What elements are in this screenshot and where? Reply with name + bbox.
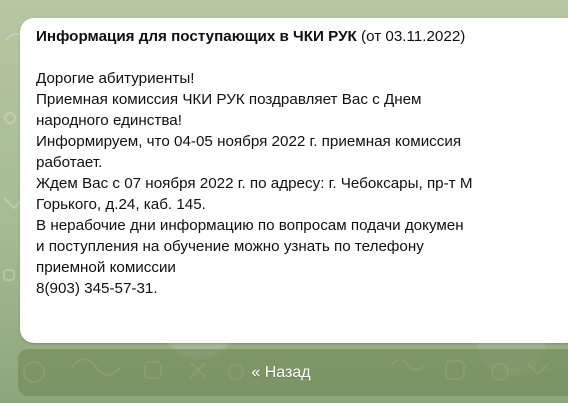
message-title: Информация для поступающих в ЧКИ РУК (от… bbox=[36, 26, 568, 47]
message-line-2: Приемная комиссия ЧКИ РУК поздравляет Ва… bbox=[36, 91, 422, 108]
back-button[interactable]: « Назад bbox=[18, 349, 568, 396]
message-line-8: В нерабочие дни информацию по вопросам п… bbox=[36, 217, 464, 234]
message-line-3: народного единства! bbox=[36, 112, 182, 129]
message-line-10: приемной комиссии bbox=[36, 259, 176, 276]
message-line-9: и поступления на обучение можно узнать п… bbox=[36, 238, 424, 255]
message-line-11: 8(903) 345-57-31. bbox=[36, 280, 158, 297]
message-title-bold: Информация для поступающих в ЧКИ РУК bbox=[36, 28, 357, 45]
message-line-7: Горького, д.24, каб. 145. bbox=[36, 196, 206, 213]
message-title-date: (от 03.11.2022) bbox=[361, 28, 466, 45]
message-line-1: Дорогие абитуриенты! bbox=[36, 70, 195, 87]
message-text: Информация для поступающих в ЧКИ РУК (от… bbox=[36, 26, 568, 299]
message-line-4: Информируем, что 04-05 ноября 2022 г. пр… bbox=[36, 133, 462, 150]
message-line-5: работает. bbox=[36, 154, 103, 171]
message-line-6: Ждем Вас с 07 ноября 2022 г. по адресу: … bbox=[36, 175, 473, 192]
message-bubble: Информация для поступающих в ЧКИ РУК (от… bbox=[20, 18, 568, 343]
